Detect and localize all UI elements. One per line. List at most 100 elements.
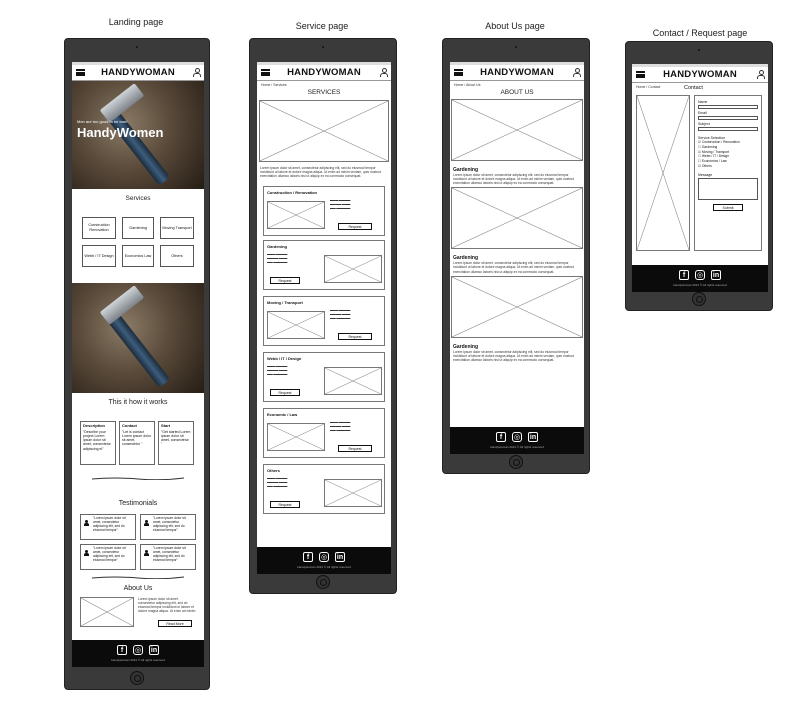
service-tile-others[interactable]: Others xyxy=(160,245,194,267)
person-icon xyxy=(84,520,89,526)
hamburger-menu-icon[interactable] xyxy=(636,71,645,78)
service-card-others: Others ▬▬▬ ▬▬▬▬ ▬▬▬▬ ▬▬▬ ▬▬ ▬▬▬▬▬ Request xyxy=(263,464,385,515)
step-card-contact: Contact "Let is contact Lorem ipsum dolor… xyxy=(119,421,155,465)
hero-subtitle: Men are too good to be true! xyxy=(77,119,128,124)
service-tile-webb[interactable]: Webb / IT Design xyxy=(82,245,116,267)
home-button[interactable] xyxy=(509,455,523,469)
brand-logo[interactable]: HANDYWOMAN xyxy=(663,69,737,80)
request-button[interactable]: Request xyxy=(270,389,300,397)
testimonials-title: Testimonials xyxy=(118,500,158,507)
user-icon[interactable] xyxy=(380,68,388,77)
service-card-economic: Economic / Law ▬▬▬ ▬▬▬▬ ▬▬▬▬ ▬▬▬ ▬▬ ▬▬▬▬▬ … xyxy=(263,408,385,459)
image-placeholder xyxy=(324,367,382,396)
subject-field[interactable] xyxy=(698,127,758,131)
camera-dot xyxy=(322,46,324,48)
service-card-webb: Webb / IT / Design ▬▬▬ ▬▬▬▬ ▬▬▬▬ ▬▬▬ ▬▬ ▬▬… xyxy=(263,352,385,403)
user-icon[interactable] xyxy=(757,70,765,79)
hamburger-menu-icon[interactable] xyxy=(454,69,463,76)
request-button[interactable]: Request xyxy=(338,223,372,231)
contact-phone-frame: HANDYWOMAN Home / Contact Contact Name E… xyxy=(625,41,773,311)
message-field[interactable] xyxy=(698,177,758,200)
checkbox-others[interactable]: ☑ Others xyxy=(698,164,758,169)
breadcrumb[interactable]: Home / About Us xyxy=(450,81,584,89)
service-tile-construction[interactable]: Construction Renovation xyxy=(82,217,116,239)
read-more-button[interactable]: Read More xyxy=(158,620,192,627)
testimonial-card: "Lorem ipsum dolor sit amet, consectetur… xyxy=(80,514,136,540)
camera-dot xyxy=(698,49,700,51)
brand-logo[interactable]: HANDYWOMAN xyxy=(480,67,554,78)
email-label: Email xyxy=(698,111,707,115)
brand-logo[interactable]: HANDYWOMAN xyxy=(101,67,175,78)
service-tile-moving[interactable]: Moving Transport xyxy=(160,217,194,239)
camera-dot xyxy=(136,46,138,48)
linkedin-icon[interactable]: in xyxy=(528,432,538,442)
step-card-description: Description "Describe your project Lorem … xyxy=(80,421,116,465)
image-placeholder xyxy=(451,99,583,161)
app-bar: HANDYWOMAN xyxy=(632,67,768,83)
request-button[interactable]: Request xyxy=(270,277,300,285)
image-placeholder xyxy=(324,255,382,284)
home-button[interactable] xyxy=(692,292,706,306)
user-icon[interactable] xyxy=(193,68,201,77)
request-button[interactable]: Request xyxy=(338,445,372,453)
breadcrumb[interactable]: Home / Services xyxy=(257,81,391,89)
banner-image-placeholder xyxy=(259,100,389,162)
about-page-label: About Us page xyxy=(485,21,545,31)
about-image-placeholder xyxy=(80,597,134,627)
landing-screen: HANDYWOMAN Men are too good to be true! … xyxy=(72,62,204,667)
landing-page-label: Landing page xyxy=(108,17,164,27)
instagram-icon[interactable]: ◎ xyxy=(512,432,522,442)
contact-body: Home / Contact Contact Name Email Subjec… xyxy=(632,83,768,253)
facebook-icon[interactable]: f xyxy=(496,432,506,442)
request-button[interactable]: Request xyxy=(270,501,300,509)
instagram-icon[interactable]: ◎ xyxy=(695,270,705,280)
breadcrumb[interactable]: Home / Contact xyxy=(632,83,664,91)
landing-phone-frame: HANDYWOMAN Men are too good to be true! … xyxy=(64,38,210,690)
about-block: Gardening Lorem ipsum dolor sit amet, co… xyxy=(450,161,584,187)
instagram-icon[interactable]: ◎ xyxy=(133,645,143,655)
service-screen: HANDYWOMAN Home / Services SERVICES Lore… xyxy=(257,62,391,574)
text-scribble: ▬▬▬ ▬▬▬▬ ▬▬▬▬ ▬▬▬ ▬▬ ▬▬▬▬▬ xyxy=(267,476,288,489)
testimonial-card: "Lorem ipsum dolor sit amet, consectetur… xyxy=(80,544,136,570)
service-tile-economics[interactable]: Economics Law xyxy=(122,245,154,267)
linkedin-icon[interactable]: in xyxy=(335,552,345,562)
user-icon[interactable] xyxy=(573,68,581,77)
service-page-label: Service page xyxy=(295,21,349,31)
facebook-icon[interactable]: f xyxy=(679,270,689,280)
service-card-moving: Moving / Transport ▬▬▬ ▬▬▬▬ ▬▬▬▬ ▬▬▬ ▬▬ ▬▬… xyxy=(263,296,385,347)
facebook-icon[interactable]: f xyxy=(303,552,313,562)
instagram-icon[interactable]: ◎ xyxy=(319,552,329,562)
submit-button[interactable]: Submit xyxy=(713,203,743,211)
hamburger-menu-icon[interactable] xyxy=(76,69,85,76)
brand-logo[interactable]: HANDYWOMAN xyxy=(287,67,361,78)
facebook-icon[interactable]: f xyxy=(117,645,127,655)
linkedin-icon[interactable]: in xyxy=(149,645,159,655)
image-placeholder xyxy=(267,201,325,230)
image-placeholder xyxy=(451,275,583,338)
text-scribble: ▬▬▬ ▬▬▬▬ ▬▬▬▬ ▬▬▬ ▬▬ ▬▬▬▬▬ xyxy=(267,252,288,265)
service-tile-gardening[interactable]: Gardening xyxy=(122,217,154,239)
hamburger-menu-icon[interactable] xyxy=(261,69,270,76)
page-title: SERVICES xyxy=(307,89,341,96)
step-card-start: Start "Get started Lorem ipsum dolor sit … xyxy=(158,421,194,465)
testimonial-card: "Lorem ipsum dolor sit amet, consectetur… xyxy=(140,544,196,570)
email-field[interactable] xyxy=(698,116,758,120)
about-title: About Us xyxy=(123,585,153,592)
text-scribble: ▬▬▬ ▬▬▬▬ ▬▬▬▬ ▬▬▬ ▬▬ ▬▬▬▬▬ xyxy=(330,198,351,211)
footer: f ◎ in Handywoman 2021 © All rights reserv… xyxy=(72,640,204,667)
request-button[interactable]: Request xyxy=(338,333,372,341)
image-placeholder xyxy=(451,187,583,250)
text-scribble: ▬▬▬ ▬▬▬▬ ▬▬▬▬ ▬▬▬ ▬▬ ▬▬▬▬▬ xyxy=(267,364,288,377)
text-scribble: ▬▬▬ ▬▬▬▬ ▬▬▬▬ ▬▬▬ ▬▬ ▬▬▬▬▬ xyxy=(330,308,351,321)
divider-squiggle xyxy=(92,576,184,579)
home-button[interactable] xyxy=(316,575,330,589)
copyright: Handywoman 2021 © All rights reserved xyxy=(490,445,544,449)
linkedin-icon[interactable]: in xyxy=(711,270,721,280)
copyright: Handywoman 2021 © All rights reserved xyxy=(297,565,351,569)
name-field[interactable] xyxy=(698,105,758,109)
intro-text: Lorem ipsum dolor sit amet, consectetur … xyxy=(260,166,381,179)
testimonials-section: Testimonials "Lorem ipsum dolor sit amet… xyxy=(72,500,204,582)
app-bar: HANDYWOMAN xyxy=(257,65,391,81)
home-button[interactable] xyxy=(130,671,144,685)
how-it-works-title: This it how it works xyxy=(108,399,168,406)
